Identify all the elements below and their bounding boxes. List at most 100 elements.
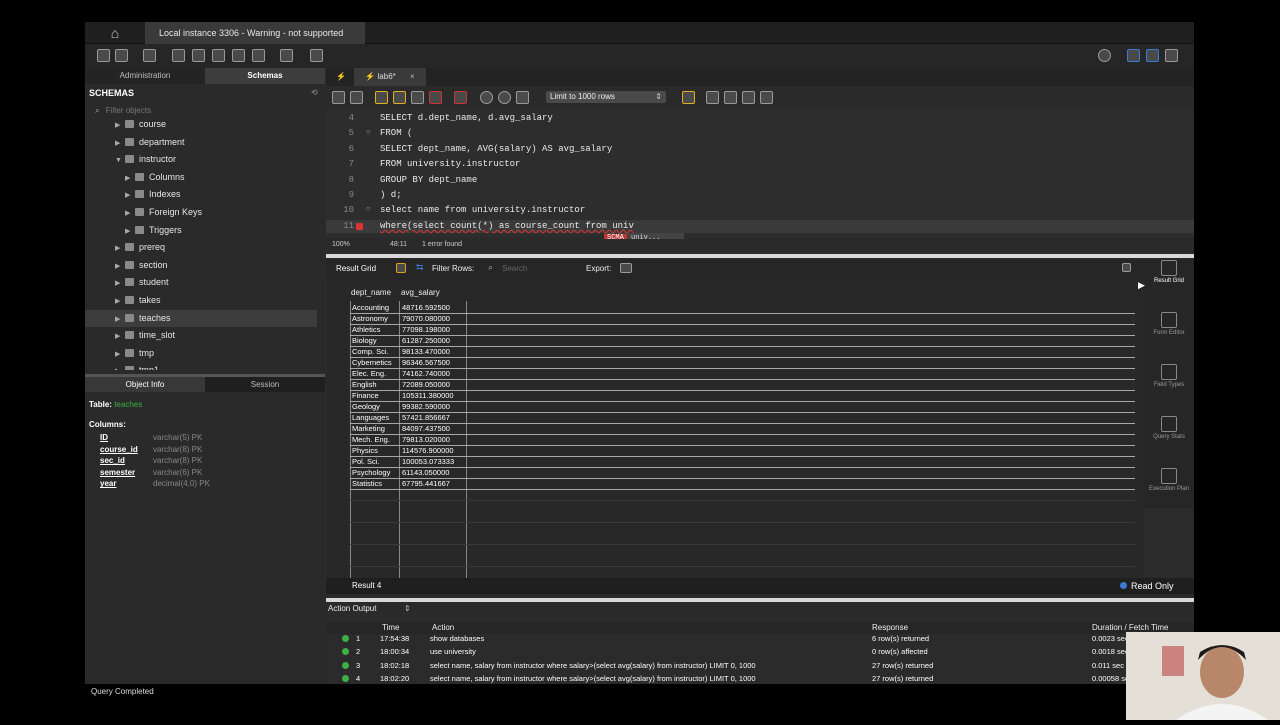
autocommit-icon[interactable]: [516, 91, 529, 104]
table-row[interactable]: Mech. Eng. 79813.020000: [350, 435, 1135, 446]
close-tab-icon[interactable]: ×: [410, 72, 415, 81]
cell-avg-salary[interactable]: 98133.470000: [402, 347, 450, 357]
table-row[interactable]: Marketing 84097.437500: [350, 424, 1135, 435]
chevron-right-icon[interactable]: ▶: [115, 346, 125, 363]
table-row[interactable]: Cybernetics 96346.567500: [350, 358, 1135, 369]
toggle-error-icon[interactable]: [454, 91, 467, 104]
code-line[interactable]: FROM (: [380, 128, 412, 138]
cell-avg-salary[interactable]: 84097.437500: [402, 424, 450, 434]
filter-objects-input[interactable]: ⌕ Filter objects: [95, 105, 315, 117]
tree-item[interactable]: ▶ prereq: [85, 239, 317, 256]
new-sql-tab-icon[interactable]: [97, 49, 110, 62]
settings-gear-icon[interactable]: [1098, 49, 1111, 62]
create-table-icon[interactable]: [192, 49, 205, 62]
tree-item[interactable]: ▶ time_slot: [85, 327, 317, 344]
code-line[interactable]: SELECT dept_name, AVG(salary) AS avg_sal…: [380, 144, 612, 154]
table-row[interactable]: Athletics 77098.198000: [350, 325, 1135, 336]
tab-pin-icon[interactable]: ⚡: [332, 68, 350, 86]
cell-avg-salary[interactable]: 72089.050000: [402, 380, 450, 390]
output-row[interactable]: 3 18:02:18 select name, salary from instru…: [326, 659, 1194, 672]
open-sql-script-icon[interactable]: [115, 49, 128, 62]
cell-avg-salary[interactable]: 79070.080000: [402, 314, 450, 324]
invisible-chars-icon[interactable]: [742, 91, 755, 104]
side-button-result-grid[interactable]: Result Grid: [1144, 260, 1194, 285]
open-file-icon[interactable]: [332, 91, 345, 104]
cell-dept-name[interactable]: Biology: [352, 336, 398, 346]
cell-dept-name[interactable]: English: [352, 380, 398, 390]
tab-result-4[interactable]: Result 4: [352, 578, 381, 594]
chevron-right-icon[interactable]: ▶: [125, 205, 135, 222]
sql-editor[interactable]: 4 SELECT d.dept_name, d.avg_salary 5 FROM (…: [326, 109, 1194, 243]
cell-avg-salary[interactable]: 74162.740000: [402, 369, 450, 379]
inspector-icon[interactable]: [143, 49, 156, 62]
connection-tab[interactable]: Local instance 3306 - Warning - not supp…: [145, 22, 365, 44]
cell-avg-salary[interactable]: 48716.592500: [402, 303, 450, 313]
zoom-level[interactable]: 100%: [332, 239, 350, 251]
cell-avg-salary[interactable]: 67795.441667: [402, 479, 450, 489]
table-row[interactable]: Accounting 48716.592500: [350, 303, 1135, 314]
toggle-secondary-sidebar-icon[interactable]: [1165, 49, 1178, 62]
output-type-select[interactable]: Action Output: [328, 602, 376, 616]
search-table-data-icon[interactable]: [280, 49, 293, 62]
cell-dept-name[interactable]: Geology: [352, 402, 398, 412]
code-line[interactable]: where(select count(*) as course_count fr…: [380, 221, 634, 231]
save-icon[interactable]: [350, 91, 363, 104]
tree-item[interactable]: ▶ Indexes: [85, 186, 317, 203]
table-row[interactable]: Psychology 61143.050000: [350, 468, 1135, 479]
tree-item[interactable]: ▶ takes: [85, 292, 317, 309]
chevron-right-icon[interactable]: ▶: [115, 135, 125, 152]
tree-item[interactable]: ▶ section: [85, 257, 317, 274]
commit-icon[interactable]: [480, 91, 493, 104]
cell-avg-salary[interactable]: 114576.900000: [402, 446, 454, 456]
cell-dept-name[interactable]: Languages: [352, 413, 398, 423]
refresh-schemas-icon[interactable]: ⟲: [311, 88, 318, 97]
tab-administration[interactable]: Administration: [85, 68, 205, 84]
cell-dept-name[interactable]: Elec. Eng.: [352, 369, 398, 379]
tree-item[interactable]: ▶ Triggers: [85, 222, 317, 239]
table-row[interactable]: Elec. Eng. 74162.740000: [350, 369, 1135, 380]
rollback-icon[interactable]: [498, 91, 511, 104]
chevron-right-icon[interactable]: ▶: [115, 275, 125, 292]
table-row[interactable]: Finance 105311.380000: [350, 391, 1135, 402]
tree-item[interactable]: ▶ Foreign Keys: [85, 204, 317, 221]
cell-dept-name[interactable]: Cybernetics: [352, 358, 398, 368]
cell-dept-name[interactable]: Physics: [352, 446, 398, 456]
code-line[interactable]: FROM university.instructor: [380, 159, 520, 169]
cell-dept-name[interactable]: Comp. Sci.: [352, 347, 398, 357]
grid-icon[interactable]: [396, 263, 406, 273]
cell-avg-salary[interactable]: 61287.250000: [402, 336, 450, 346]
create-view-icon[interactable]: [212, 49, 225, 62]
cell-dept-name[interactable]: Pol. Sci.: [352, 457, 398, 467]
output-row[interactable]: 1 17:54:38 show databases 6 row(s) returned…: [326, 632, 1194, 645]
export-icon[interactable]: [620, 263, 632, 273]
table-row[interactable]: Statistics 67795.441667: [350, 479, 1135, 490]
chevron-right-icon[interactable]: ▶: [115, 328, 125, 345]
cell-avg-salary[interactable]: 105311.380000: [402, 391, 454, 401]
limit-rows-select[interactable]: Limit to 1000 rows ⇕: [546, 91, 666, 103]
execute-icon[interactable]: [375, 91, 388, 104]
cell-avg-salary[interactable]: 61143.050000: [402, 468, 449, 478]
cell-dept-name[interactable]: Athletics: [352, 325, 398, 335]
side-button-query-stats[interactable]: Query Stats: [1144, 416, 1194, 441]
tree-item[interactable]: ▶ tmp1: [85, 362, 317, 370]
cell-dept-name[interactable]: Mech. Eng.: [352, 435, 398, 445]
execute-current-icon[interactable]: [393, 91, 406, 104]
wrap-cell-icon[interactable]: [1122, 263, 1131, 272]
cell-dept-name[interactable]: Marketing: [352, 424, 398, 434]
side-button-field-types[interactable]: Field Types: [1144, 364, 1194, 389]
chevron-right-icon[interactable]: ▶: [115, 363, 125, 370]
cell-dept-name[interactable]: Accounting: [352, 303, 398, 313]
chevron-right-icon[interactable]: ▶: [115, 258, 125, 275]
cell-avg-salary[interactable]: 96346.567500: [402, 358, 450, 368]
cell-dept-name[interactable]: Psychology: [352, 468, 398, 478]
code-line[interactable]: GROUP BY dept_name: [380, 175, 477, 185]
filter-rows-input[interactable]: Search: [502, 264, 527, 273]
cell-avg-salary[interactable]: 100053.073333: [402, 457, 454, 467]
cell-avg-salary[interactable]: 99382.590000: [402, 402, 450, 412]
chevron-right-icon[interactable]: ▶: [115, 240, 125, 257]
create-schema-icon[interactable]: [172, 49, 185, 62]
chevron-right-icon[interactable]: ▶: [115, 293, 125, 310]
table-row[interactable]: Languages 57421.856667: [350, 413, 1135, 424]
tree-item[interactable]: ▶ student: [85, 274, 317, 291]
error-marker-icon[interactable]: [356, 222, 363, 230]
